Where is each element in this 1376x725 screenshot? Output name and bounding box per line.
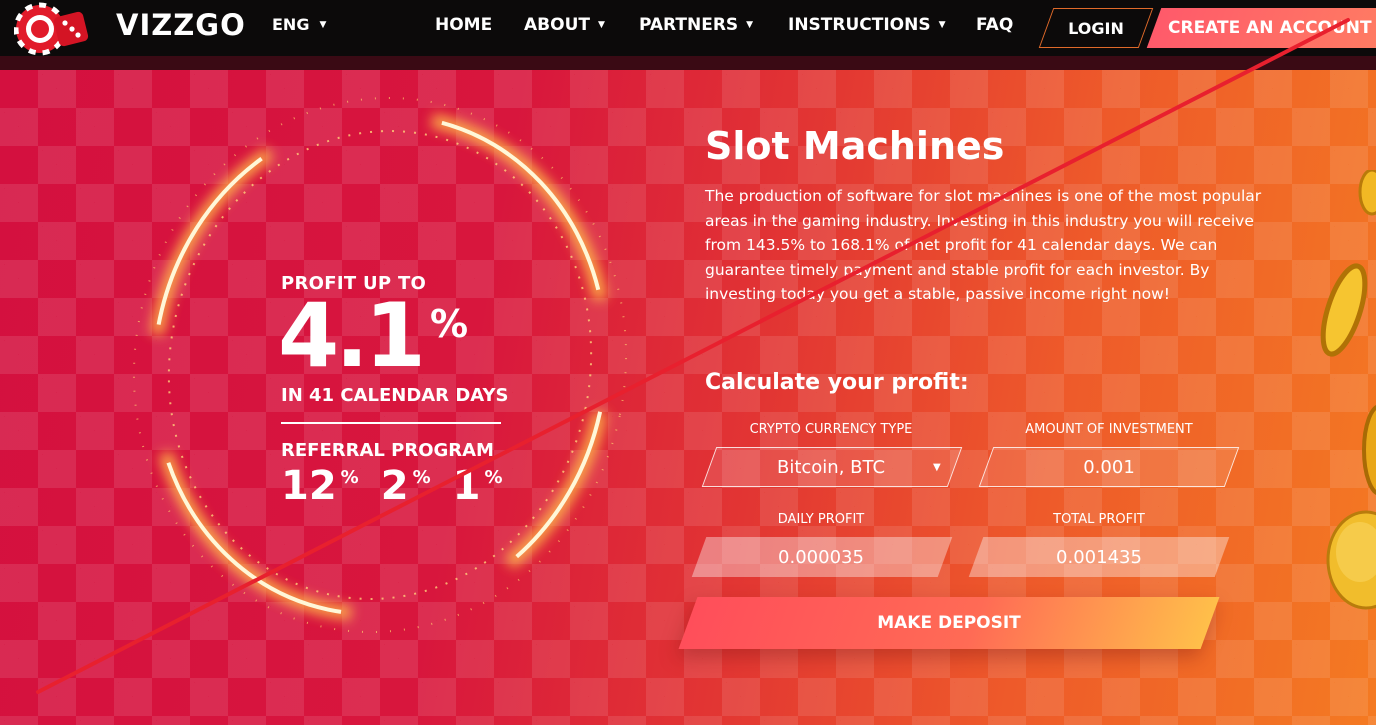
chevron-down-icon: ▼ [597,20,605,30]
total-profit-label: TOTAL PROFIT [1053,512,1145,527]
daily-profit-label: DAILY PROFIT [777,512,865,527]
profit-percentage-value: 4.1 [278,284,426,387]
language-selector[interactable]: ENG ▼ [272,15,326,34]
chevron-down-icon: ▼ [746,20,754,30]
section-description: The production of software for slot mach… [705,187,1262,303]
total-profit-value: 0.001435 [1056,546,1142,568]
make-deposit-button[interactable]: MAKE DEPOSIT [688,597,1210,649]
investment-amount-label: AMOUNT OF INVESTMENT [1025,422,1193,437]
brand-name[interactable]: VIZZGO [116,8,246,42]
language-label: ENG [272,15,310,34]
chevron-down-icon[interactable]: ▼ [933,462,941,473]
referral-level-1: 12% [281,463,359,509]
nav-partners-label: PARTNERS [639,15,739,35]
nav-home-label: HOME [435,15,493,35]
calendar-days-label: IN 41 CALENDAR DAYS [281,385,509,406]
nav-faq[interactable]: FAQ [976,15,1013,35]
section-title: Slot Machines [705,124,1005,168]
referral-levels: 12% 2% 1% [281,466,503,506]
nav-about-label: ABOUT [524,15,590,35]
profit-percent-sign: % [430,302,469,346]
casino-chip-dice-logo-icon[interactable] [14,2,104,56]
login-button[interactable]: LOGIN [1046,8,1146,48]
gold-coins-decoration [1320,170,1376,610]
create-account-button[interactable]: CREATE AN ACCOUNT [1168,8,1372,48]
nav-faq-label: FAQ [976,15,1014,35]
calculator-title: Calculate your profit: [705,370,969,395]
nav-instructions-label: INSTRUCTIONS [788,15,931,35]
chevron-down-icon: ▼ [938,20,946,30]
nav-instructions[interactable]: INSTRUCTIONS ▼ [788,15,946,35]
referral-program-label: REFERRAL PROGRAM [281,440,494,461]
daily-profit-value: 0.000035 [778,546,864,568]
currency-select[interactable]: Bitcoin, BTC [700,447,962,487]
navbar-bottom-strip [0,56,1376,70]
currency-type-label: CRYPTO CURRENCY TYPE [749,422,913,437]
promo-divider [281,422,501,424]
investment-amount-input[interactable]: 0.001 [978,447,1240,487]
referral-level-2: 2% [380,463,431,509]
referral-level-3: 1% [452,463,503,509]
nav-about[interactable]: ABOUT ▼ [524,15,605,35]
chevron-down-icon: ▼ [319,19,327,30]
nav-partners[interactable]: PARTNERS ▼ [639,15,753,35]
nav-home[interactable]: HOME [435,15,492,35]
